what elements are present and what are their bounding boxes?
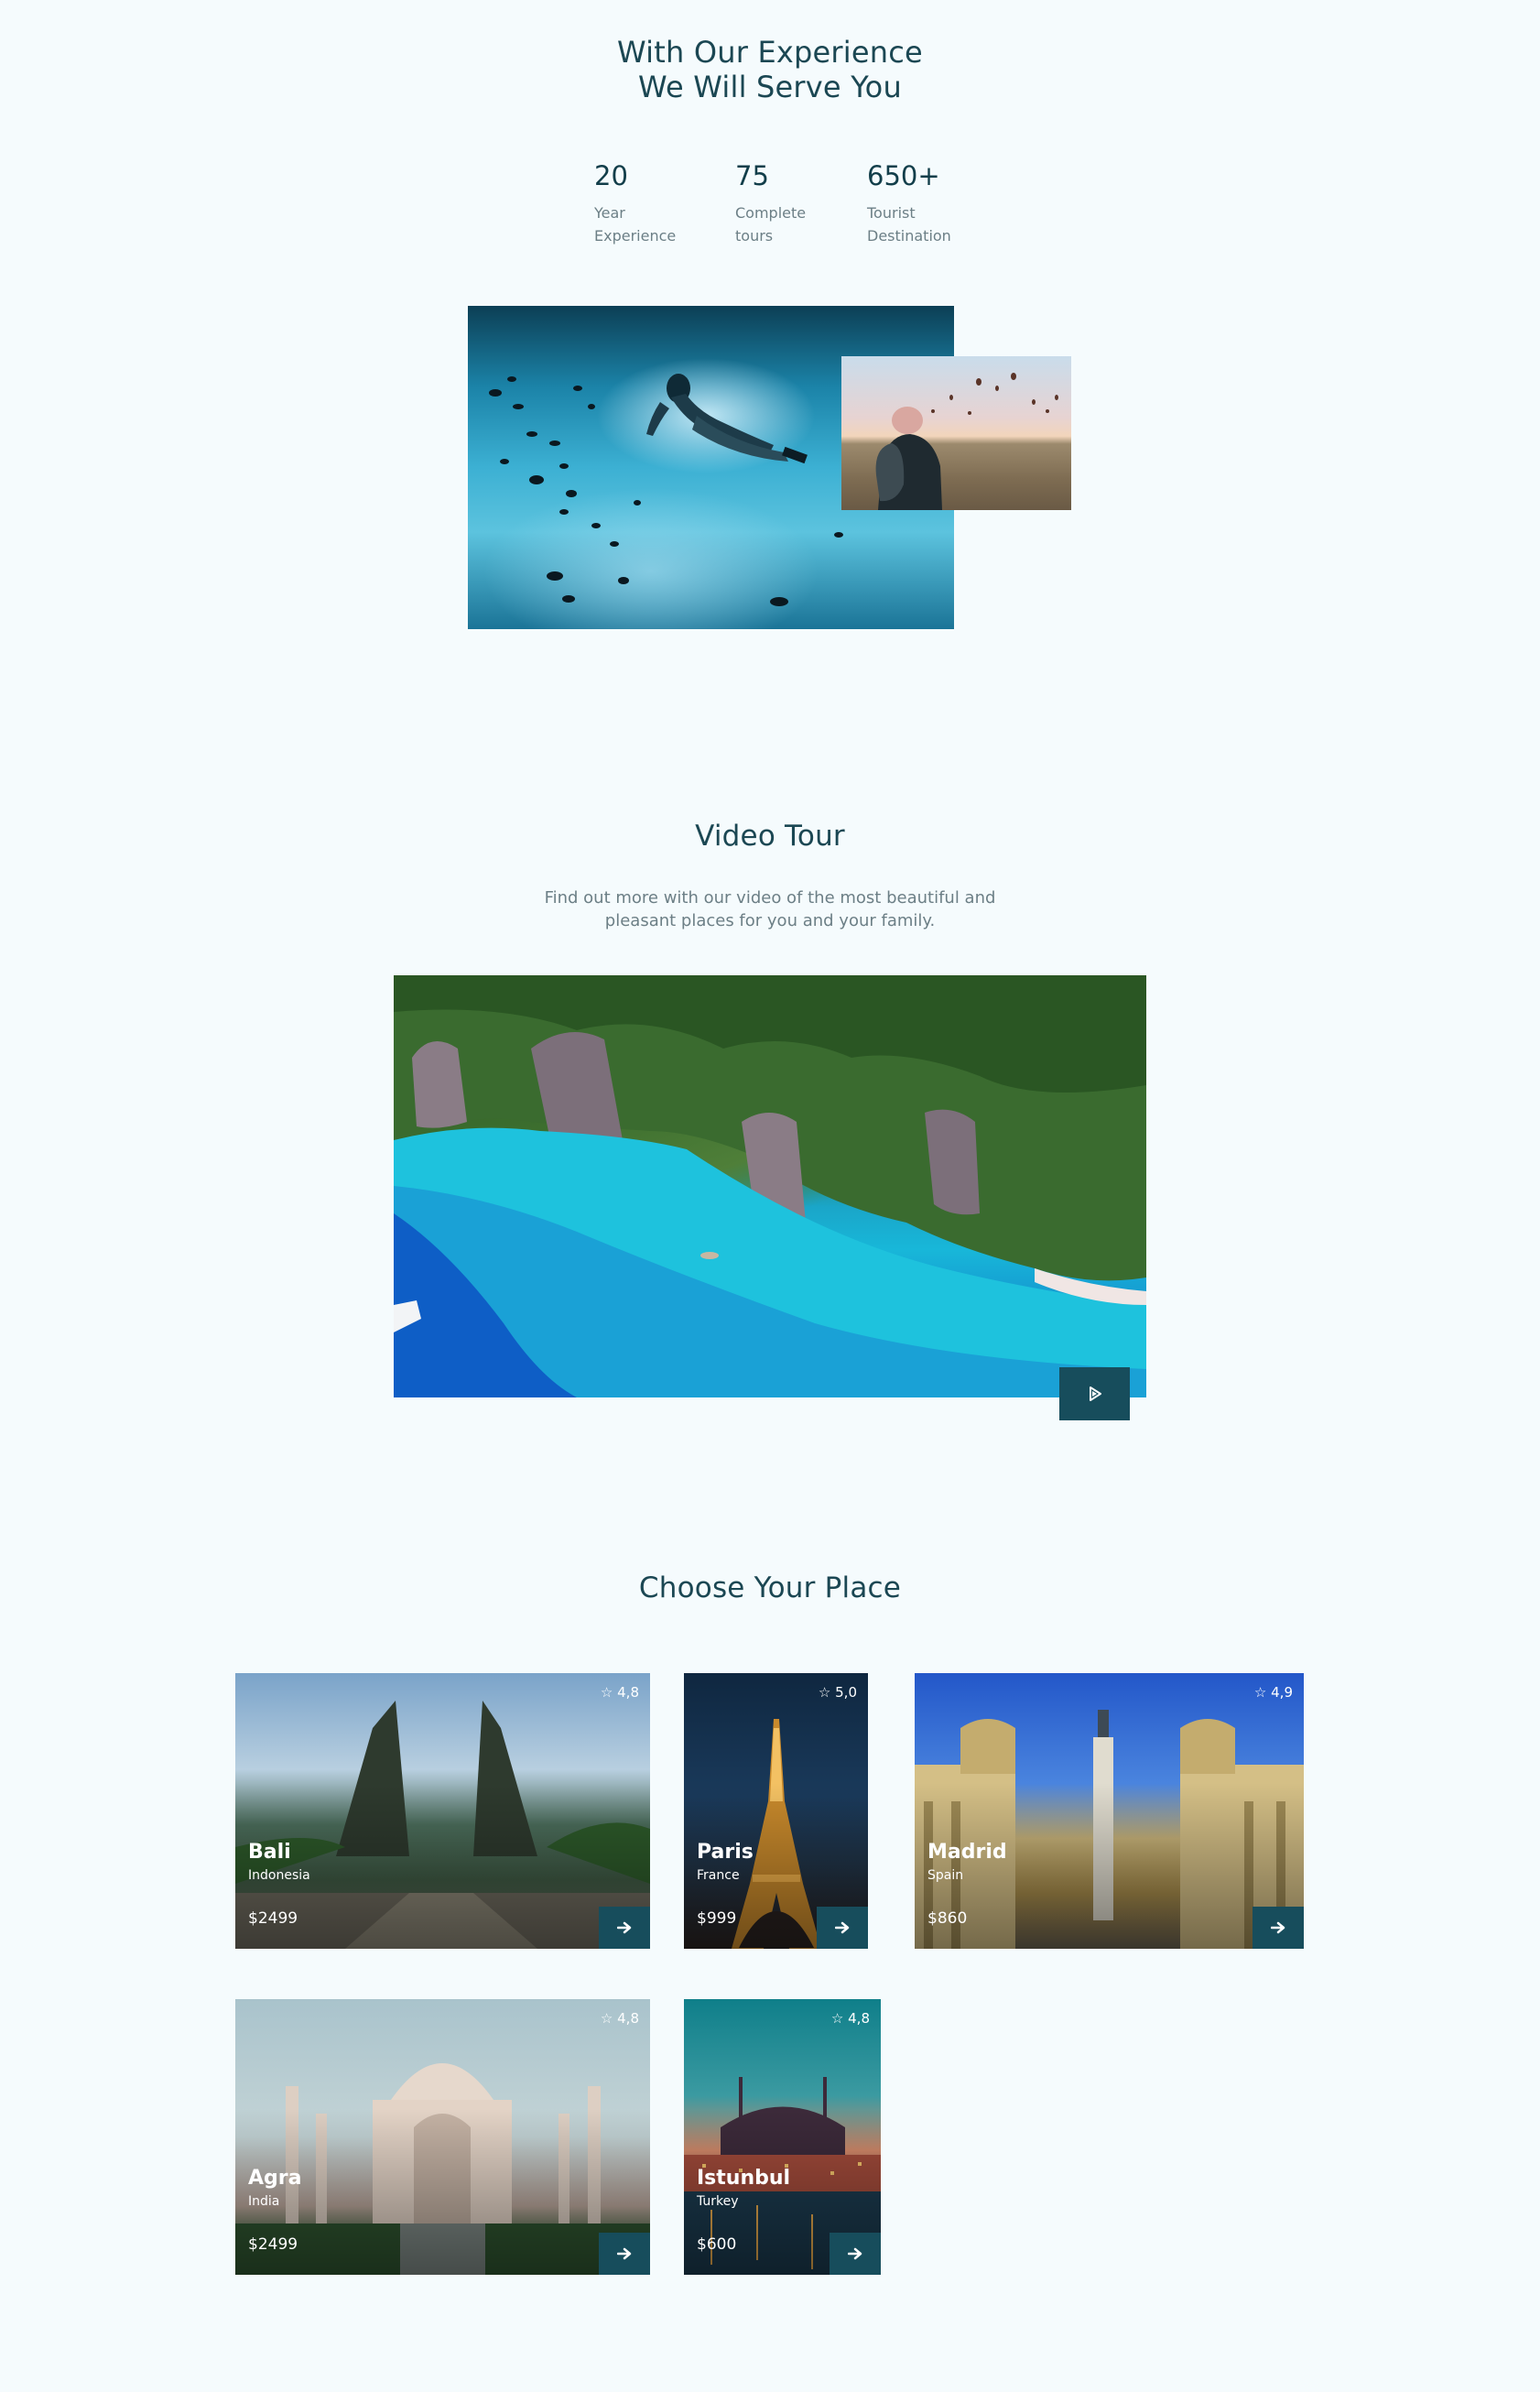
stat-label-line2: Destination	[867, 227, 951, 245]
video-description-line1: Find out more with our video of the most…	[544, 888, 996, 908]
play-button[interactable]	[1059, 1367, 1130, 1420]
video-title: Video Tour	[695, 820, 845, 853]
rating-value: 5,0	[835, 1684, 857, 1701]
card-go-button[interactable]	[599, 1907, 650, 1949]
card-city: Agra	[248, 2167, 302, 2190]
card-city: Madrid	[927, 1841, 1007, 1864]
card-price: $999	[697, 1909, 737, 1928]
stat-destinations: 650+ Tourist Destination	[867, 158, 951, 247]
card-country: Indonesia	[248, 1868, 310, 1883]
experience-title: With Our Experience We Will Serve You	[0, 35, 1540, 104]
rating-value: 4,9	[1271, 1684, 1293, 1701]
stat-label-line1: Tourist	[867, 204, 916, 222]
card-rating: ☆ 4,9	[1254, 1684, 1293, 1701]
card-city: Bali	[248, 1841, 291, 1864]
rating-value: 4,8	[617, 2010, 639, 2027]
stat-value: 75	[735, 160, 769, 191]
star-icon: ☆	[1253, 1684, 1267, 1701]
experience-title-line2: We Will Serve You	[638, 70, 902, 104]
card-rating: ☆ 5,0	[819, 1684, 857, 1701]
arrow-right-icon	[848, 2247, 862, 2260]
card-price: $600	[697, 2235, 737, 2254]
card-price: $860	[927, 1909, 968, 1928]
stat-years: 20 Year Experience	[594, 158, 676, 247]
play-icon	[1089, 1386, 1101, 1401]
place-card-madrid[interactable]: ☆ 4,9 Madrid Spain $860	[915, 1673, 1304, 1949]
card-go-button[interactable]	[817, 1907, 868, 1949]
rating-value: 4,8	[617, 1684, 639, 1701]
stat-tours: 75 Complete tours	[735, 158, 806, 247]
card-city: Istunbul	[697, 2167, 791, 2190]
arrow-right-icon	[1271, 1921, 1285, 1934]
card-country: Turkey	[697, 2194, 739, 2209]
places-title: Choose Your Place	[638, 1571, 902, 1604]
star-icon: ☆	[600, 1684, 613, 1701]
video-thumbnail[interactable]	[394, 975, 1146, 1397]
bay-scene	[394, 975, 1146, 1397]
card-city: Paris	[697, 1841, 754, 1864]
stat-label-line2: tours	[735, 227, 774, 245]
hiker-scene	[875, 373, 1058, 510]
arrow-right-icon	[617, 2247, 632, 2260]
stat-label: Tourist Destination	[867, 201, 951, 247]
stat-label-line2: Experience	[594, 227, 677, 245]
star-icon: ☆	[818, 1684, 831, 1701]
card-country: Spain	[927, 1868, 964, 1883]
place-card-istunbul[interactable]: ☆ 4,8 Istunbul Turkey $600	[684, 1999, 881, 2275]
card-rating: ☆ 4,8	[601, 2010, 639, 2027]
stat-label-line1: Year	[594, 204, 625, 222]
stat-label: Complete tours	[735, 201, 806, 247]
place-card-agra[interactable]: ☆ 4,8 Agra India $2499	[235, 1999, 650, 2275]
rating-value: 4,8	[848, 2010, 870, 2027]
arrow-right-icon	[835, 1921, 850, 1934]
card-country: India	[248, 2194, 280, 2209]
place-card-bali[interactable]: ☆ 4,8 Bali Indonesia $2499	[235, 1673, 650, 1949]
card-rating: ☆ 4,8	[601, 1684, 639, 1701]
card-price: $2499	[248, 2235, 298, 2254]
card-rating: ☆ 4,8	[831, 2010, 870, 2027]
card-go-button[interactable]	[830, 2233, 881, 2275]
card-go-button[interactable]	[1253, 1907, 1304, 1949]
card-shade	[915, 1783, 1304, 1949]
video-description-line2: pleasant places for you and your family.	[604, 911, 936, 930]
card-go-button[interactable]	[599, 2233, 650, 2275]
stat-value: 20	[594, 160, 628, 191]
stat-value: 650+	[867, 160, 940, 191]
video-description: Find out more with our video of the most…	[0, 886, 1540, 932]
place-card-paris[interactable]: ☆ 5,0 Paris France $999	[684, 1673, 868, 1949]
stat-label: Year Experience	[594, 201, 676, 247]
star-icon: ☆	[830, 2010, 844, 2027]
star-icon: ☆	[600, 2010, 613, 2027]
stat-label-line1: Complete	[735, 204, 807, 222]
arrow-right-icon	[617, 1921, 632, 1934]
experience-title-line1: With Our Experience	[617, 35, 923, 70]
balloon-hiker-photo	[841, 356, 1071, 510]
card-country: France	[697, 1868, 740, 1883]
card-price: $2499	[248, 1909, 298, 1928]
